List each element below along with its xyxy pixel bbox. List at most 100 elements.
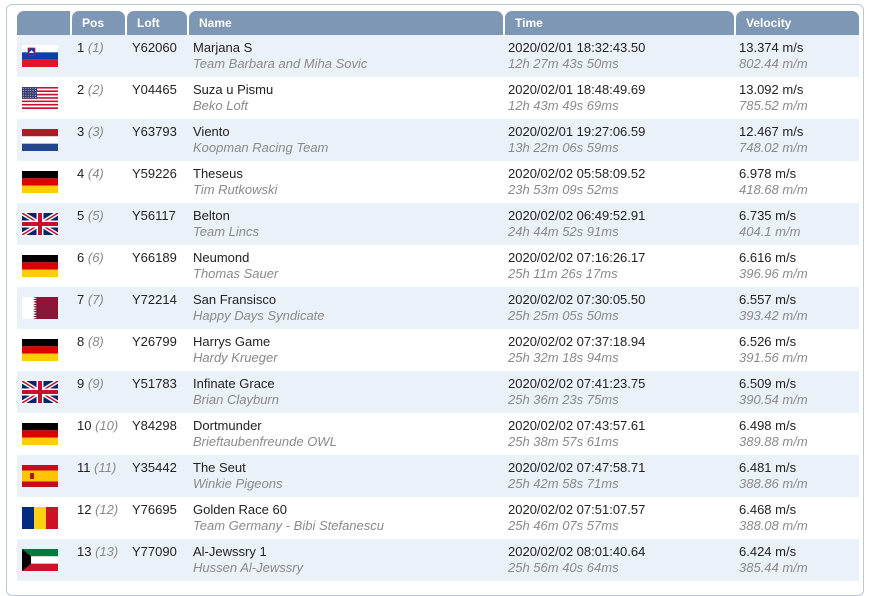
velocity-mps: 6.616 m/s — [739, 250, 797, 265]
arrival-time: 2020/02/02 07:37:18.94 — [508, 334, 646, 349]
loft-id: Y26799 — [132, 334, 177, 349]
loft-id: Y35442 — [132, 460, 177, 475]
position: 9 — [77, 376, 85, 391]
loft-id: Y51783 — [132, 376, 177, 391]
header-flag — [17, 11, 70, 35]
position-cell: 2 (2) — [77, 82, 104, 97]
pigeon-name[interactable]: San Fransisco — [193, 292, 276, 307]
arrival-time: 2020/02/01 18:48:49.69 — [508, 82, 646, 97]
position-cell: 4 (4) — [77, 166, 104, 181]
position: 4 — [77, 166, 85, 181]
velocity-mpm: 390.54 m/m — [739, 392, 808, 407]
flight-duration: 24h 44m 52s 91ms — [508, 224, 619, 239]
previous-position: (5) — [87, 208, 104, 223]
flight-duration: 25h 56m 40s 64ms — [508, 560, 619, 575]
team-name: Koopman Racing Team — [193, 140, 329, 155]
pigeon-name[interactable]: Golden Race 60 — [193, 502, 287, 517]
germany-flag-icon — [22, 171, 58, 193]
germany-flag-icon — [22, 339, 58, 361]
velocity-mps: 6.735 m/s — [739, 208, 797, 223]
pigeon-name[interactable]: Suza u Pismu — [193, 82, 273, 97]
velocity-mpm: 389.88 m/m — [739, 434, 808, 449]
kuwait-flag-icon — [22, 549, 58, 571]
team-name: Hardy Krueger — [193, 350, 278, 365]
position-cell: 5 (5) — [77, 208, 104, 223]
velocity-mpm: 785.52 m/m — [739, 98, 808, 113]
pigeon-name[interactable]: Dortmunder — [193, 418, 262, 433]
position: 12 — [77, 502, 92, 517]
velocity-mpm: 388.08 m/m — [739, 518, 808, 533]
pigeon-name[interactable]: Harrys Game — [193, 334, 270, 349]
pigeon-name[interactable]: Neumond — [193, 250, 249, 265]
previous-position: (11) — [94, 460, 117, 475]
table-row[interactable]: 13 (13) Y77090 Al-Jewssry 1 Hussen Al-Jewss… — [17, 539, 859, 581]
arrival-time: 2020/02/02 05:58:09.52 — [508, 166, 646, 181]
position: 2 — [77, 82, 85, 97]
position-cell: 7 (7) — [77, 292, 104, 307]
loft-id: Y66189 — [132, 250, 177, 265]
table-row[interactable]: 3 (3) Y63793 Viento Koopman Racing Team 2020… — [17, 119, 859, 161]
velocity-mps: 6.978 m/s — [739, 166, 797, 181]
pigeon-name[interactable]: Marjana S — [193, 40, 252, 55]
previous-position: (13) — [95, 544, 119, 559]
team-name: Winkie Pigeons — [193, 476, 283, 491]
velocity-mpm: 388.86 m/m — [739, 476, 808, 491]
table-row[interactable]: 1 (1) Y62060 Marjana S Team Barbara and Mih… — [17, 35, 859, 77]
loft-id: Y84298 — [132, 418, 177, 433]
position-cell: 12 (12) — [77, 502, 118, 517]
table-row[interactable]: 6 (6) Y66189 Neumond Thomas Sauer 2020/02/02… — [17, 245, 859, 287]
header-loft[interactable]: Loft — [127, 11, 187, 35]
velocity-mps: 6.468 m/s — [739, 502, 797, 517]
velocity-mps: 6.509 m/s — [739, 376, 797, 391]
slovenia-flag-icon — [22, 45, 58, 67]
table-row[interactable]: 5 (5) Y56117 Belton Team Lincs 2020/02/02 06… — [17, 203, 859, 245]
loft-id: Y77090 — [132, 544, 177, 559]
flight-duration: 25h 42m 58s 71ms — [508, 476, 619, 491]
table-row[interactable]: 4 (4) Y59226 Theseus Tim Rutkowski 2020/02/0… — [17, 161, 859, 203]
uk-flag-icon — [22, 381, 58, 403]
table-row[interactable]: 12 (12) Y76695 Golden Race 60 Team Germany … — [17, 497, 859, 539]
team-name: Thomas Sauer — [193, 266, 279, 281]
header-time[interactable]: Time — [505, 11, 734, 35]
table-row[interactable]: 9 (9) Y51783 Infinate Grace Brian Clayburn 2… — [17, 371, 859, 413]
results-table: Pos Loft Name Time Velocity 1 (1) Y62060 M… — [17, 11, 859, 581]
arrival-time: 2020/02/02 07:41:23.75 — [508, 376, 646, 391]
usa-flag-icon — [22, 87, 58, 109]
velocity-mpm: 396.96 m/m — [739, 266, 808, 281]
table-row[interactable]: 2 (2) Y04465 Suza u Pismu Beko Loft 2020/02/… — [17, 77, 859, 119]
velocity-mpm: 802.44 m/m — [739, 56, 808, 71]
flight-duration: 12h 27m 43s 50ms — [508, 56, 619, 71]
loft-id: Y04465 — [132, 82, 177, 97]
velocity-mpm: 404.1 m/m — [739, 224, 801, 239]
table-header: Pos Loft Name Time Velocity — [17, 11, 859, 35]
table-row[interactable]: 7 (7) Y72214 San Fransisco Happy Days Syndi… — [17, 287, 859, 329]
velocity-mpm: 748.02 m/m — [739, 140, 808, 155]
arrival-time: 2020/02/02 06:49:52.91 — [508, 208, 646, 223]
arrival-time: 2020/02/02 07:30:05.50 — [508, 292, 646, 307]
pigeon-name[interactable]: Viento — [193, 124, 230, 139]
spain-flag-icon — [22, 465, 58, 487]
arrival-time: 2020/02/02 07:43:57.61 — [508, 418, 646, 433]
germany-flag-icon — [22, 255, 58, 277]
arrival-time: 2020/02/02 08:01:40.64 — [508, 544, 646, 559]
table-row[interactable]: 10 (10) Y84298 Dortmunder Brieftaubenfreund… — [17, 413, 859, 455]
team-name: Brieftaubenfreunde OWL — [193, 434, 337, 449]
position-cell: 10 (10) — [77, 418, 118, 433]
flight-duration: 25h 46m 07s 57ms — [508, 518, 619, 533]
header-pos[interactable]: Pos — [72, 11, 125, 35]
pigeon-name[interactable]: Belton — [193, 208, 230, 223]
arrival-time: 2020/02/02 07:47:58.71 — [508, 460, 646, 475]
velocity-mps: 6.498 m/s — [739, 418, 797, 433]
pigeon-name[interactable]: Infinate Grace — [193, 376, 275, 391]
pigeon-name[interactable]: Theseus — [193, 166, 243, 181]
table-row[interactable]: 11 (11) Y35442 The Seut Winkie Pigeons 2020/… — [17, 455, 859, 497]
header-name[interactable]: Name — [189, 11, 503, 35]
table-row[interactable]: 8 (8) Y26799 Harrys Game Hardy Krueger 2020/… — [17, 329, 859, 371]
velocity-mpm: 418.68 m/m — [739, 182, 808, 197]
pigeon-name[interactable]: Al-Jewssry 1 — [193, 544, 267, 559]
position: 8 — [77, 334, 85, 349]
pigeon-name[interactable]: The Seut — [193, 460, 246, 475]
flight-duration: 25h 38m 57s 61ms — [508, 434, 619, 449]
velocity-mps: 6.481 m/s — [739, 460, 797, 475]
header-velocity[interactable]: Velocity — [736, 11, 859, 35]
